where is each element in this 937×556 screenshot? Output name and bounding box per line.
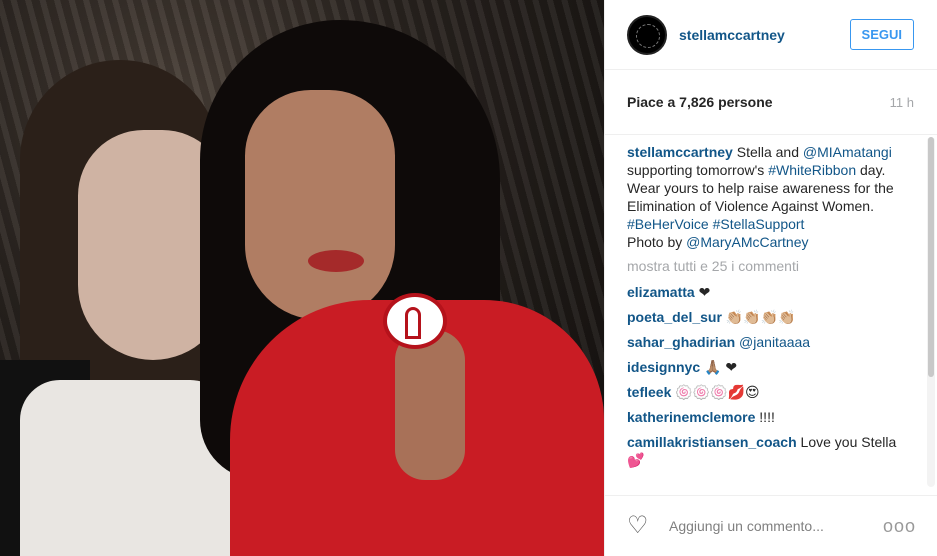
photo-figure — [395, 330, 465, 480]
comment-text: !!!! — [755, 409, 775, 425]
comment-username[interactable]: poeta_del_sur — [627, 309, 722, 325]
comment-text: 🙏🏽 ❤ — [700, 359, 738, 375]
ribbon-icon — [405, 307, 421, 339]
caption-hashtag[interactable]: #WhiteRibbon — [768, 162, 856, 178]
comment-item: elizamatta ❤ — [627, 283, 913, 301]
comment-item: camillakristiansen_coach Love you Stella… — [627, 433, 913, 469]
scrollbar-thumb[interactable] — [928, 137, 934, 377]
comment-item: katherinemclemore !!!! — [627, 408, 913, 426]
post-header: stellamccartney SEGUI — [605, 0, 937, 70]
post-photo[interactable] — [0, 0, 604, 556]
avatar[interactable] — [627, 14, 667, 55]
heart-outline-icon[interactable]: ♡ — [627, 514, 653, 538]
comment-username[interactable]: elizamatta — [627, 284, 695, 300]
post-meta: Piace a 7,826 persone 11 h — [605, 70, 937, 135]
comment-input[interactable] — [667, 517, 883, 535]
post-time: 11 h — [889, 94, 914, 110]
caption-mention[interactable]: @MaryAMcCartney — [686, 234, 808, 250]
comment-item: tefleek 🍥🍥🍥💋😍 — [627, 383, 913, 401]
comment-username[interactable]: camillakristiansen_coach — [627, 434, 797, 450]
post-caption: stellamccartney Stella and @MIAmatangi s… — [627, 143, 913, 251]
comment-bar: ♡ ooo — [605, 495, 937, 556]
comment-text[interactable]: @janitaaaa — [735, 334, 810, 350]
comment-item: idesignnyc 🙏🏽 ❤ — [627, 358, 913, 376]
comment-item: sahar_ghadirian @janitaaaa — [627, 333, 913, 351]
more-options-icon[interactable]: ooo — [883, 516, 916, 537]
caption-text: supporting tomorrow's — [627, 162, 769, 178]
comment-username[interactable]: idesignnyc — [627, 359, 700, 375]
comment-text: 🍥🍥🍥💋😍 — [671, 384, 760, 400]
view-all-comments-link[interactable]: mostra tutti e 25 i commenti — [627, 257, 913, 275]
caption-mention[interactable]: @MIAmatangi — [803, 144, 892, 160]
comment-item: poeta_del_sur 👏🏼👏🏼👏🏼👏🏼 — [627, 308, 913, 326]
photo-figure — [308, 250, 364, 272]
comment-username[interactable]: tefleek — [627, 384, 671, 400]
comments-list[interactable]: stellamccartney Stella and @MIAmatangi s… — [605, 135, 937, 504]
follow-button[interactable]: SEGUI — [849, 19, 914, 50]
caption-text: Photo by — [627, 234, 687, 250]
comment-username[interactable]: katherinemclemore — [627, 409, 755, 425]
likes-count[interactable]: Piace a 7,826 persone — [627, 94, 773, 110]
white-ribbon-badge — [383, 293, 447, 349]
comment-text: ❤ — [694, 284, 711, 300]
photo-figure — [20, 380, 230, 556]
caption-hashtag[interactable]: #StellaSupport — [713, 216, 805, 232]
comment-username[interactable]: sahar_ghadirian — [627, 334, 735, 350]
comment-text: 👏🏼👏🏼👏🏼👏🏼 — [721, 309, 796, 325]
caption-text: Stella and — [732, 144, 803, 160]
comments-scrollbar[interactable] — [927, 137, 935, 487]
post-username[interactable]: stellamccartney — [679, 27, 850, 43]
photo-figure — [245, 90, 395, 320]
caption-hashtag[interactable]: #BeHerVoice — [627, 216, 709, 232]
caption-username[interactable]: stellamccartney — [627, 144, 733, 160]
post-sidebar: stellamccartney SEGUI Piace a 7,826 pers… — [604, 0, 937, 556]
